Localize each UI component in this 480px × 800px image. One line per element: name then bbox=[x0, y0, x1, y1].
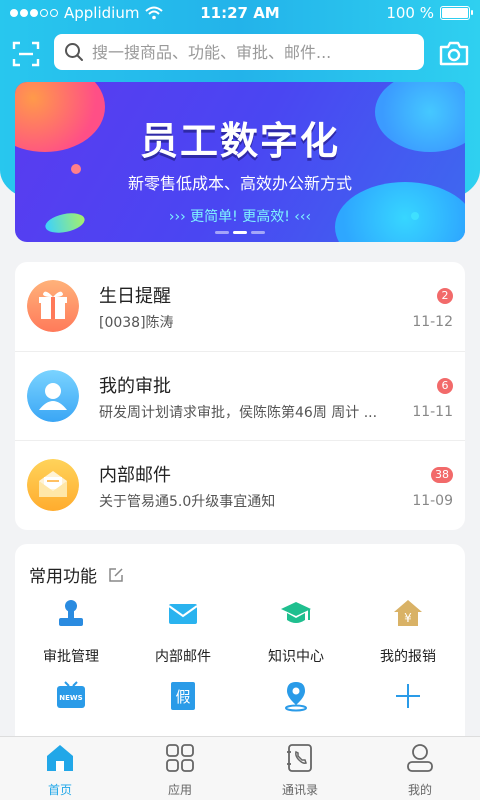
svg-text:¥: ¥ bbox=[404, 611, 412, 625]
mail-icon bbox=[168, 604, 198, 624]
battery-percent: 100 % bbox=[386, 4, 434, 22]
function-fake-check[interactable]: 假 bbox=[127, 680, 239, 716]
promo-banner[interactable]: 员工数字化 新零售低成本、高效办公新方式 ››› 更简单! 更高效! ‹‹‹ bbox=[15, 82, 465, 242]
function-location[interactable] bbox=[240, 680, 352, 716]
message-desc: 关于管易通5.0升级事宜通知 bbox=[99, 494, 276, 510]
news-label: NEWS bbox=[59, 694, 82, 702]
tab-label: 我的 bbox=[407, 783, 432, 797]
user-icon bbox=[27, 370, 79, 422]
gift-icon bbox=[27, 280, 79, 332]
tab-contacts[interactable]: 通讯录 bbox=[240, 737, 360, 800]
function-label: 我的报销 bbox=[380, 649, 436, 665]
function-knowledge-center[interactable]: 知识中心 bbox=[240, 598, 352, 666]
message-list: 生日提醒 [0038]陈涛 2 11-12 我的审批 研发周计划请求审批，侯陈陈… bbox=[15, 262, 465, 530]
function-news[interactable]: NEWS bbox=[15, 680, 127, 716]
search-icon bbox=[65, 43, 83, 61]
message-title: 生日提醒 bbox=[99, 286, 171, 307]
graduation-cap-icon bbox=[281, 602, 311, 623]
tab-home[interactable]: 首页 bbox=[0, 737, 120, 800]
contacts-icon bbox=[287, 744, 312, 772]
search-bar[interactable] bbox=[54, 34, 424, 70]
tab-profile[interactable]: 我的 bbox=[360, 737, 480, 800]
search-input[interactable] bbox=[92, 42, 412, 62]
section-title: 常用功能 bbox=[29, 567, 97, 587]
home-icon bbox=[47, 745, 73, 771]
function-internal-mail[interactable]: 内部邮件 bbox=[127, 598, 239, 666]
stamp-icon bbox=[59, 600, 83, 626]
message-date: 11-09 bbox=[412, 493, 453, 509]
message-desc: [0038]陈涛 bbox=[99, 315, 174, 331]
function-my-reimbursement[interactable]: ¥ 我的报销 bbox=[352, 598, 464, 666]
tab-label: 首页 bbox=[47, 783, 72, 797]
banner-title: 员工数字化 bbox=[139, 119, 340, 163]
wifi-icon bbox=[145, 6, 164, 20]
profile-icon bbox=[407, 744, 433, 772]
banner-pager bbox=[15, 231, 465, 234]
unread-badge: 2 bbox=[437, 288, 453, 304]
function-approval-management[interactable]: 审批管理 bbox=[15, 598, 127, 666]
function-add[interactable] bbox=[352, 680, 464, 716]
pager-dot bbox=[251, 231, 265, 234]
yuan-house-icon: ¥ bbox=[394, 600, 422, 626]
function-label: 审批管理 bbox=[43, 649, 99, 665]
edit-icon[interactable] bbox=[107, 566, 125, 584]
message-item-approval[interactable]: 我的审批 研发周计划请求审批，侯陈陈第46周 周计 ... 6 11-11 bbox=[15, 351, 465, 440]
scan-icon[interactable] bbox=[12, 40, 40, 68]
common-functions: 常用功能 审批管理 内部邮件 知识中心 ¥ 我的报销 NEWS 假 bbox=[15, 544, 465, 754]
message-title: 内部邮件 bbox=[99, 465, 171, 486]
clock: 11:27 AM bbox=[200, 4, 280, 22]
map-pin-icon bbox=[285, 682, 307, 712]
status-bar: Applidium 11:27 AM 100 % bbox=[0, 0, 480, 26]
fake-label: 假 bbox=[175, 688, 190, 706]
news-tv-icon: NEWS bbox=[57, 681, 85, 708]
envelope-icon bbox=[27, 459, 79, 511]
chevrons-right-icon: ››› bbox=[168, 209, 186, 225]
message-date: 11-12 bbox=[412, 314, 453, 330]
chevrons-left-icon: ‹‹‹ bbox=[294, 209, 312, 225]
message-date: 11-11 bbox=[412, 404, 453, 420]
banner-subtitle: 新零售低成本、高效办公新方式 bbox=[127, 174, 352, 193]
banner-slogan: ››› 更简单! 更高效! ‹‹‹ bbox=[168, 209, 312, 225]
carrier-name: Applidium bbox=[64, 4, 140, 22]
function-label: 知识中心 bbox=[268, 649, 324, 665]
function-label: 内部邮件 bbox=[155, 649, 211, 665]
unread-badge: 6 bbox=[437, 378, 453, 394]
tab-label: 应用 bbox=[167, 783, 192, 797]
message-item-mail[interactable]: 内部邮件 关于管易通5.0升级事宜通知 38 11-09 bbox=[15, 440, 465, 529]
message-title: 我的审批 bbox=[99, 376, 171, 397]
message-desc: 研发周计划请求审批，侯陈陈第46周 周计 ... bbox=[99, 405, 378, 421]
tab-label: 通讯录 bbox=[281, 783, 318, 797]
tab-apps[interactable]: 应用 bbox=[120, 737, 240, 800]
signal-dots-icon bbox=[10, 9, 58, 17]
plus-icon bbox=[396, 684, 420, 708]
unread-badge: 38 bbox=[431, 467, 453, 483]
pager-dot bbox=[215, 231, 229, 234]
tab-bar: 首页 应用 通讯录 我的 bbox=[0, 736, 480, 800]
battery-icon bbox=[440, 6, 473, 20]
message-item-birthday[interactable]: 生日提醒 [0038]陈涛 2 11-12 bbox=[15, 262, 465, 351]
pager-dot-active bbox=[233, 231, 247, 234]
fake-tag-icon: 假 bbox=[171, 682, 195, 710]
apps-icon bbox=[166, 744, 194, 772]
camera-icon[interactable] bbox=[438, 38, 470, 68]
